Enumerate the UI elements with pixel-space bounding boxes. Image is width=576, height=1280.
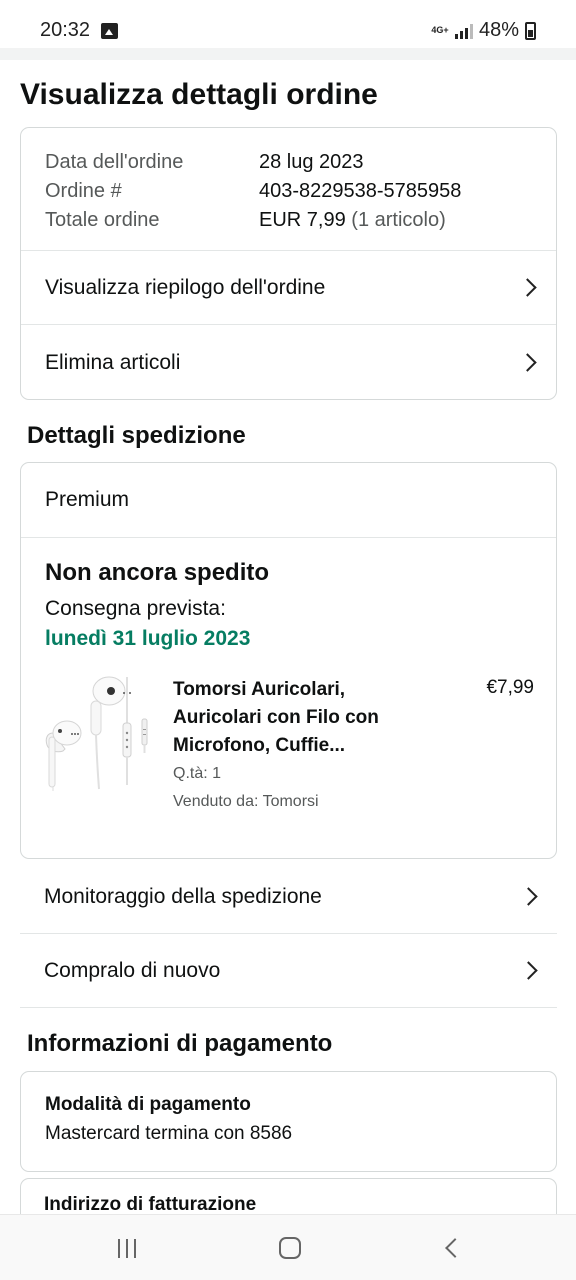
header-divider: [0, 48, 576, 60]
buy-again-link[interactable]: Compralo di nuovo: [20, 934, 557, 1008]
order-summary-card: Data dell'ordine 28 lug 2023 Ordine # 40…: [20, 127, 557, 400]
chevron-right-icon: [519, 961, 538, 980]
home-icon[interactable]: [279, 1237, 301, 1259]
shipment-status: Non ancora spedito: [45, 559, 270, 586]
shipping-section-title: Dettagli spedizione: [27, 422, 246, 449]
track-shipment-label: Monitoraggio della spedizione: [44, 884, 322, 908]
signal-icon: [454, 23, 473, 39]
order-total-items: (1 articolo): [351, 209, 446, 231]
order-total-value: EUR 7,99 (1 articolo): [259, 206, 446, 235]
product-title[interactable]: Tomorsi Auricolari, Auricolari con Filo …: [173, 676, 433, 760]
page-title: Visualizza dettagli ordine: [20, 78, 378, 111]
delete-items-label: Elimina articoli: [45, 350, 181, 374]
buy-again-label: Compralo di nuovo: [44, 958, 221, 982]
product-image[interactable]: [43, 673, 153, 793]
gallery-icon: [101, 23, 118, 39]
battery-percent: 48%: [478, 19, 519, 41]
order-number-value: 403-8229538-5785958: [259, 180, 462, 202]
payment-method-label: Modalità di pagamento: [45, 1094, 251, 1115]
shipping-service: Premium: [21, 463, 556, 537]
order-number-label: Ordine #: [45, 180, 122, 202]
divider: [21, 537, 556, 538]
order-date-value: 28 lug 2023: [259, 151, 364, 173]
status-right-icons: 4G+ 48%: [431, 19, 536, 42]
order-total-amount: EUR 7,99: [259, 209, 346, 231]
delivery-date: lunedì 31 luglio 2023: [45, 627, 251, 650]
chevron-right-icon: [518, 278, 537, 297]
payment-method-card: Modalità di pagamento Mastercard termina…: [20, 1071, 557, 1172]
delete-items-link[interactable]: Elimina articoli: [21, 324, 556, 399]
order-date-label: Data dell'ordine: [45, 151, 184, 173]
chevron-right-icon: [519, 887, 538, 906]
status-time: 20:32: [40, 19, 91, 41]
system-nav-bar: [0, 1214, 576, 1280]
delivery-label: Consegna prevista:: [45, 597, 226, 620]
payment-method-value: Mastercard termina con 8586: [45, 1123, 293, 1144]
order-total-label: Totale ordine: [45, 209, 160, 231]
view-order-summary-label: Visualizza riepilogo dell'ordine: [45, 275, 326, 299]
shipping-service-label: Premium: [45, 488, 130, 511]
billing-address-label: Indirizzo di fatturazione: [44, 1194, 257, 1215]
payment-section-title: Informazioni di pagamento: [27, 1030, 333, 1057]
status-bar: 20:32 4G+ 48%: [0, 0, 576, 48]
view-order-summary-link[interactable]: Visualizza riepilogo dell'ordine: [21, 250, 556, 324]
product-price: €7,99: [486, 677, 534, 698]
back-icon[interactable]: [445, 1238, 465, 1258]
product-seller: Venduto da: Tomorsi: [173, 793, 319, 810]
shipping-card: Premium Non ancora spedito Consegna prev…: [20, 462, 557, 859]
chevron-right-icon: [518, 353, 537, 372]
recent-apps-icon[interactable]: [118, 1239, 136, 1258]
battery-icon: [525, 21, 536, 40]
track-shipment-link[interactable]: Monitoraggio della spedizione: [20, 860, 557, 934]
product-quantity: Q.tà: 1: [173, 765, 222, 782]
network-4g-icon: 4G+: [431, 25, 449, 35]
